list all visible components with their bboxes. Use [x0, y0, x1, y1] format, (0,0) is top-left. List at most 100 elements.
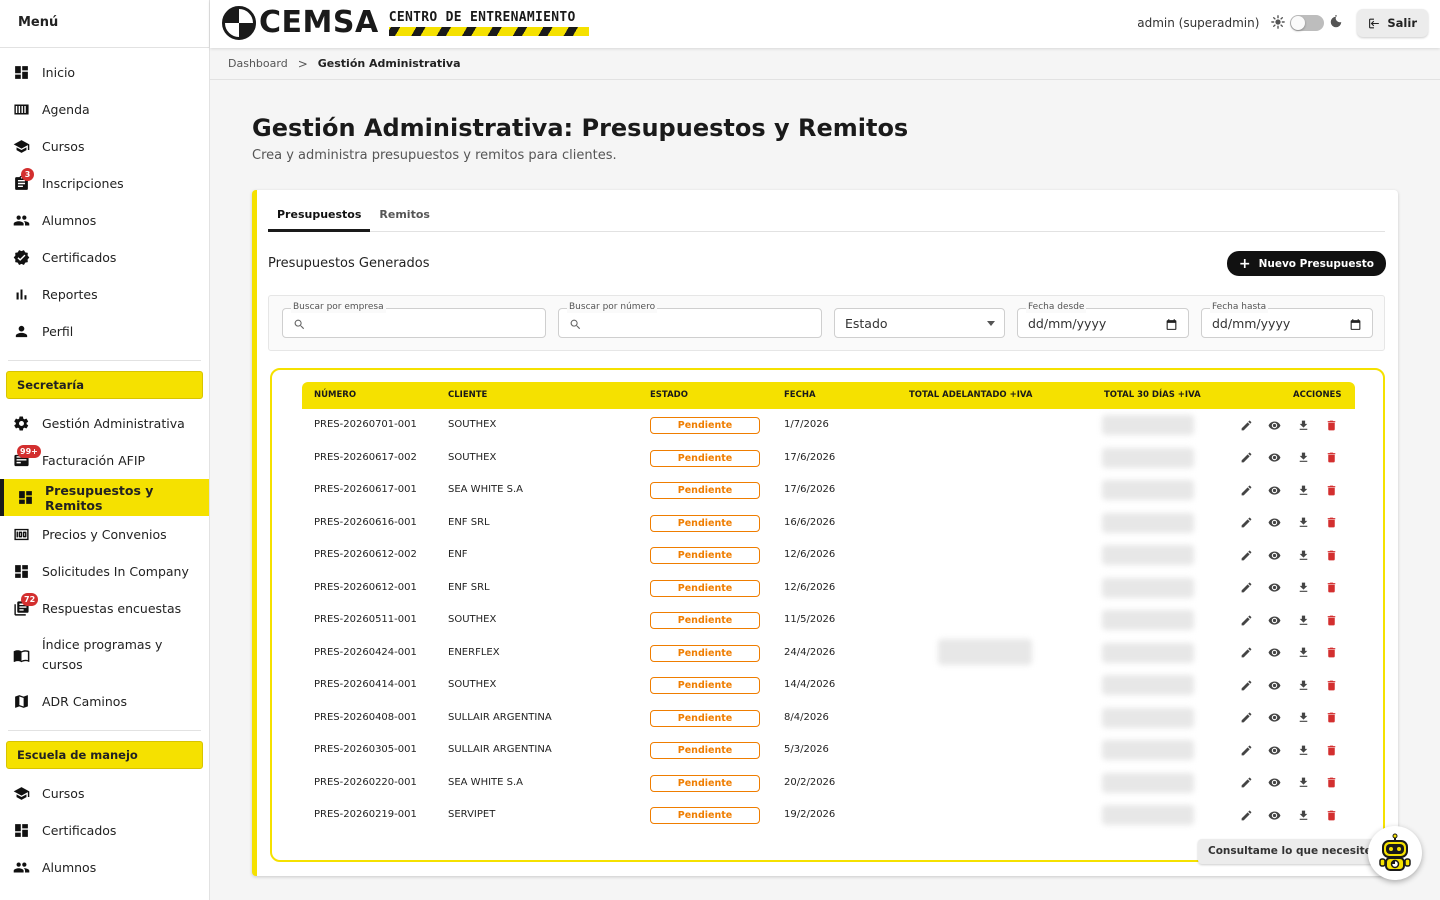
table-row[interactable]: PRES-20260511-001 SOUTHEX Pendiente 11/5/20… — [302, 604, 1355, 637]
fecha-hasta-field[interactable]: Fecha hasta dd/mm/yyyy — [1201, 301, 1373, 338]
download-icon[interactable] — [1295, 710, 1311, 726]
table-row[interactable]: PRES-20260612-001 ENF SRL Pendiente 12/6/20… — [302, 572, 1355, 605]
col-estado[interactable]: ESTADO — [650, 382, 688, 409]
delete-icon[interactable] — [1324, 547, 1340, 563]
table-row[interactable]: PRES-20260612-002 ENF Pendiente 12/6/2026 — [302, 539, 1355, 572]
download-icon[interactable] — [1295, 515, 1311, 531]
fecha-desde-field[interactable]: Fecha desde dd/mm/yyyy — [1017, 301, 1189, 338]
chatbot-button[interactable] — [1368, 826, 1422, 880]
eye-icon[interactable] — [1267, 645, 1283, 661]
delete-icon[interactable] — [1324, 775, 1340, 791]
delete-icon[interactable] — [1324, 742, 1340, 758]
edit-icon[interactable] — [1238, 482, 1254, 498]
table-row[interactable]: PRES-20260617-002 SOUTHEX Pendiente 17/6/20… — [302, 442, 1355, 475]
numero-search-input[interactable] — [589, 315, 789, 329]
table-row[interactable]: PRES-20260408-001 SULLAIR ARGENTINA Pendie… — [302, 702, 1355, 735]
eye-icon[interactable] — [1267, 807, 1283, 823]
sidebar-item-alumnos[interactable]: Alumnos — [0, 849, 209, 886]
sidebar-item-certificados[interactable]: Certificados — [0, 812, 209, 849]
sidebar-item-indice-programas-y-cursos[interactable]: Índice programas y cursos — [0, 627, 209, 683]
sidebar-item-alumnos[interactable]: Alumnos — [0, 202, 209, 239]
table-row[interactable]: PRES-20260701-001 SOUTHEX Pendiente 1/7/202… — [302, 409, 1355, 442]
eye-icon[interactable] — [1267, 547, 1283, 563]
delete-icon[interactable] — [1324, 677, 1340, 693]
download-icon[interactable] — [1295, 417, 1311, 433]
eye-icon[interactable] — [1267, 710, 1283, 726]
eye-icon[interactable] — [1267, 580, 1283, 596]
edit-icon[interactable] — [1238, 515, 1254, 531]
col-cliente[interactable]: CLIENTE — [448, 382, 487, 409]
table-row[interactable]: PRES-20260305-001 SULLAIR ARGENTINA Pendie… — [302, 734, 1355, 767]
sidebar-item-gestion-administrativa[interactable]: Gestión Administrativa — [0, 405, 209, 442]
edit-icon[interactable] — [1238, 450, 1254, 466]
download-icon[interactable] — [1295, 807, 1311, 823]
table-row[interactable]: PRES-20260414-001 SOUTHEX Pendiente 14/4/20… — [302, 669, 1355, 702]
eye-icon[interactable] — [1267, 482, 1283, 498]
breadcrumb-dashboard-link[interactable]: Dashboard — [228, 57, 288, 70]
table-row[interactable]: PRES-20260617-001 SEA WHITE S.A Pendiente 1… — [302, 474, 1355, 507]
sidebar-item-precios-y-convenios[interactable]: Precios y Convenios — [0, 516, 209, 553]
sidebar-item-agenda[interactable]: Agenda — [0, 91, 209, 128]
eye-icon[interactable] — [1267, 417, 1283, 433]
download-icon[interactable] — [1295, 677, 1311, 693]
logout-button[interactable]: Salir — [1357, 9, 1428, 37]
edit-icon[interactable] — [1238, 645, 1254, 661]
tab-presupuestos[interactable]: Presupuestos — [268, 202, 371, 232]
sidebar-item-respuestas-encuestas[interactable]: 72 Respuestas encuestas — [0, 590, 209, 627]
eye-icon[interactable] — [1267, 742, 1283, 758]
edit-icon[interactable] — [1238, 417, 1254, 433]
download-icon[interactable] — [1295, 612, 1311, 628]
sidebar-item-inicio[interactable]: Inicio — [0, 54, 209, 91]
delete-icon[interactable] — [1324, 710, 1340, 726]
empresa-search-field[interactable]: Buscar por empresa — [282, 301, 546, 338]
edit-icon[interactable] — [1238, 807, 1254, 823]
download-icon[interactable] — [1295, 742, 1311, 758]
delete-icon[interactable] — [1324, 612, 1340, 628]
col-total-adelantado[interactable]: TOTAL ADELANTADO +IVA — [909, 382, 1033, 409]
sidebar-item-presupuestos-y-remitos[interactable]: Presupuestos y Remitos — [0, 479, 209, 516]
sidebar-item-adr-caminos[interactable]: ADR Caminos — [0, 683, 209, 720]
col-fecha[interactable]: FECHA — [784, 382, 816, 409]
table-row[interactable]: PRES-20260616-001 ENF SRL Pendiente 16/6/20… — [302, 507, 1355, 540]
download-icon[interactable] — [1295, 775, 1311, 791]
table-row[interactable]: PRES-20260219-001 SERVIPET Pendiente 19/2/2… — [302, 799, 1355, 832]
edit-icon[interactable] — [1238, 612, 1254, 628]
download-icon[interactable] — [1295, 645, 1311, 661]
delete-icon[interactable] — [1324, 807, 1340, 823]
eye-icon[interactable] — [1267, 450, 1283, 466]
download-icon[interactable] — [1295, 547, 1311, 563]
eye-icon[interactable] — [1267, 677, 1283, 693]
sidebar-item-reportes[interactable]: Reportes — [0, 276, 209, 313]
theme-toggle[interactable] — [1290, 15, 1325, 31]
download-icon[interactable] — [1295, 482, 1311, 498]
col-numero[interactable]: NÚMERO — [314, 382, 356, 409]
eye-icon[interactable] — [1267, 612, 1283, 628]
table-row[interactable]: PRES-20260220-001 SEA WHITE S.A Pendiente 2… — [302, 767, 1355, 800]
delete-icon[interactable] — [1324, 417, 1340, 433]
sidebar-item-cursos[interactable]: Cursos — [0, 775, 209, 812]
edit-icon[interactable] — [1238, 775, 1254, 791]
sidebar-item-perfil[interactable]: Perfil — [0, 313, 209, 350]
eye-icon[interactable] — [1267, 515, 1283, 531]
download-icon[interactable] — [1295, 580, 1311, 596]
table-row[interactable]: PRES-20260424-001 ENERFLEX Pendiente 24/4/2… — [302, 637, 1355, 670]
delete-icon[interactable] — [1324, 645, 1340, 661]
edit-icon[interactable] — [1238, 710, 1254, 726]
download-icon[interactable] — [1295, 450, 1311, 466]
empresa-search-input[interactable] — [313, 315, 513, 329]
col-total-30-dias[interactable]: TOTAL 30 DÍAS +IVA — [1104, 382, 1201, 409]
new-presupuesto-button[interactable]: + Nuevo Presupuesto — [1226, 251, 1386, 276]
delete-icon[interactable] — [1324, 450, 1340, 466]
edit-icon[interactable] — [1238, 677, 1254, 693]
numero-search-field[interactable]: Buscar por número — [558, 301, 822, 338]
calendar-icon[interactable] — [1349, 316, 1362, 330]
estado-select[interactable]: Estado — [834, 308, 1005, 338]
sidebar-item-certificados[interactable]: Certificados — [0, 239, 209, 276]
calendar-icon[interactable] — [1165, 316, 1178, 330]
edit-icon[interactable] — [1238, 547, 1254, 563]
edit-icon[interactable] — [1238, 742, 1254, 758]
chat-bubble[interactable]: Consultame lo que necesites — [1198, 839, 1388, 864]
sidebar-item-facturacion-afip[interactable]: 99+ Facturación AFIP — [0, 442, 209, 479]
edit-icon[interactable] — [1238, 580, 1254, 596]
cemsa-logo[interactable]: CEMSA CENTRO DE ENTRENAMIENTO — [222, 6, 589, 40]
